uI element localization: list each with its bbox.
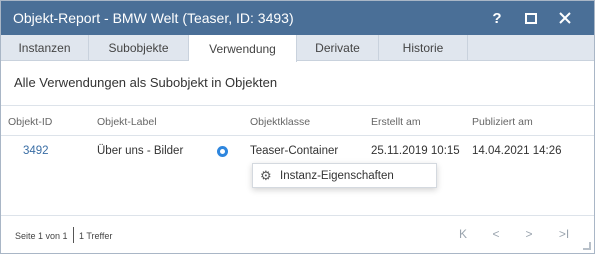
hit-count: 1 Treffer xyxy=(79,231,113,241)
table-header: Objekt-ID Objekt-Label Objektklasse Erst… xyxy=(1,105,594,136)
section-title: Alle Verwendungen als Subobjekt in Objek… xyxy=(14,75,278,90)
gear-icon: ⚙ xyxy=(260,168,272,183)
row-publiziert-am: 14.04.2021 14:26 xyxy=(472,145,562,157)
column-header-objektklasse[interactable]: Objektklasse xyxy=(250,116,310,128)
prev-page-button[interactable]: < xyxy=(489,226,503,242)
title-bar[interactable]: Objekt-Report - BMW Welt (Teaser, ID: 34… xyxy=(1,1,594,35)
divider xyxy=(73,227,74,243)
row-objektklasse: Teaser-Container xyxy=(250,145,339,157)
radio-target-icon[interactable] xyxy=(217,146,228,157)
tab-historie[interactable]: Historie xyxy=(379,35,468,61)
context-menu-item-instanz-eigenschaften[interactable]: ⚙ Instanz-Eigenschaften xyxy=(252,163,437,188)
window-title: Objekt-Report - BMW Welt (Teaser, ID: 34… xyxy=(13,10,294,26)
last-page-button[interactable]: >I xyxy=(557,226,571,242)
column-header-objekt-id[interactable]: Objekt-ID xyxy=(8,116,52,128)
tab-subobjekte[interactable]: Subobjekte xyxy=(89,35,189,61)
first-page-button[interactable]: K xyxy=(456,226,470,242)
close-icon xyxy=(559,12,571,24)
tab-derivate[interactable]: Derivate xyxy=(297,35,379,61)
help-button[interactable]: ? xyxy=(484,1,510,35)
resize-handle[interactable] xyxy=(583,242,591,250)
object-report-dialog: Objekt-Report - BMW Welt (Teaser, ID: 34… xyxy=(0,0,595,254)
close-button[interactable] xyxy=(552,1,578,35)
tab-instanzen[interactable]: Instanzen xyxy=(1,35,89,61)
row-objekt-id-link[interactable]: 3492 xyxy=(23,145,49,157)
context-menu-label: Instanz-Eigenschaften xyxy=(280,170,394,182)
column-header-publiziert-am[interactable]: Publiziert am xyxy=(472,116,533,128)
column-header-erstellt-am[interactable]: Erstellt am xyxy=(371,116,421,128)
row-erstellt-am: 25.11.2019 10:15 xyxy=(371,145,460,157)
tab-verwendung[interactable]: Verwendung xyxy=(189,35,297,62)
maximize-button[interactable] xyxy=(518,1,544,35)
column-header-objekt-label[interactable]: Objekt-Label xyxy=(97,116,157,128)
row-objekt-label: Über uns - Bilder xyxy=(97,145,184,157)
table-row[interactable]: 3492 Über uns - Bilder Teaser-Container … xyxy=(1,137,594,165)
tab-bar: Instanzen Subobjekte Verwendung Derivate… xyxy=(1,35,594,62)
next-page-button[interactable]: > xyxy=(522,226,536,242)
pagination-footer: Seite 1 von 1 1 Treffer K < > >I xyxy=(1,215,594,253)
page-info: Seite 1 von 1 xyxy=(15,231,68,241)
help-icon: ? xyxy=(492,9,502,27)
maximize-icon xyxy=(525,12,537,24)
